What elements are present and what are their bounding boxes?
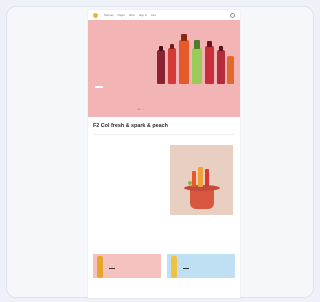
bottle-image bbox=[97, 256, 103, 278]
bottle-cap bbox=[181, 34, 187, 41]
bottle-image bbox=[217, 50, 225, 84]
nav-links: Sitemap Pages Shop Sign in Cart bbox=[104, 14, 156, 17]
search-icon[interactable] bbox=[230, 12, 235, 18]
nav-link[interactable]: Sitemap bbox=[104, 14, 114, 17]
bottle-image bbox=[192, 48, 202, 84]
hero-button[interactable] bbox=[95, 86, 103, 88]
nav-link[interactable]: Shop bbox=[129, 14, 135, 17]
bottle-cap bbox=[219, 46, 223, 51]
bottle-image bbox=[157, 50, 165, 84]
bottle-image bbox=[168, 48, 176, 84]
product-card[interactable] bbox=[93, 254, 161, 278]
bottle-cap bbox=[207, 41, 212, 47]
product-card[interactable] bbox=[167, 254, 235, 278]
bottle-image bbox=[198, 166, 203, 187]
brand-logo-icon[interactable] bbox=[93, 12, 98, 18]
nav-link[interactable]: Sign in bbox=[139, 14, 147, 17]
bottle-cap bbox=[194, 40, 200, 49]
bottle-image bbox=[205, 46, 214, 84]
feature-image bbox=[170, 144, 233, 215]
card-button[interactable] bbox=[109, 268, 115, 270]
bottle-image bbox=[205, 168, 209, 187]
web-page: Sitemap Pages Shop Sign in Cart ● ○ F2 C… bbox=[88, 10, 240, 298]
bottle-cap bbox=[159, 46, 163, 51]
bottle-image bbox=[227, 56, 234, 84]
top-navigation: Sitemap Pages Shop Sign in Cart bbox=[88, 10, 240, 20]
table-image bbox=[190, 188, 214, 209]
bottle-image bbox=[192, 170, 196, 187]
intro-title: F2 Col fresh & spark & peach bbox=[93, 123, 168, 129]
bottle-image bbox=[179, 40, 189, 84]
divider bbox=[93, 134, 235, 135]
card-button[interactable] bbox=[183, 268, 189, 270]
hero-banner: ● ○ bbox=[88, 20, 240, 117]
nav-link[interactable]: Cart bbox=[151, 14, 156, 17]
bottle-image bbox=[171, 256, 177, 278]
feature-section bbox=[88, 141, 240, 231]
product-cards bbox=[93, 254, 235, 280]
bottle-cap bbox=[170, 44, 174, 49]
fruit-image bbox=[188, 180, 192, 185]
nav-link[interactable]: Pages bbox=[118, 14, 125, 17]
carousel-indicator[interactable]: ● ○ bbox=[138, 107, 145, 111]
